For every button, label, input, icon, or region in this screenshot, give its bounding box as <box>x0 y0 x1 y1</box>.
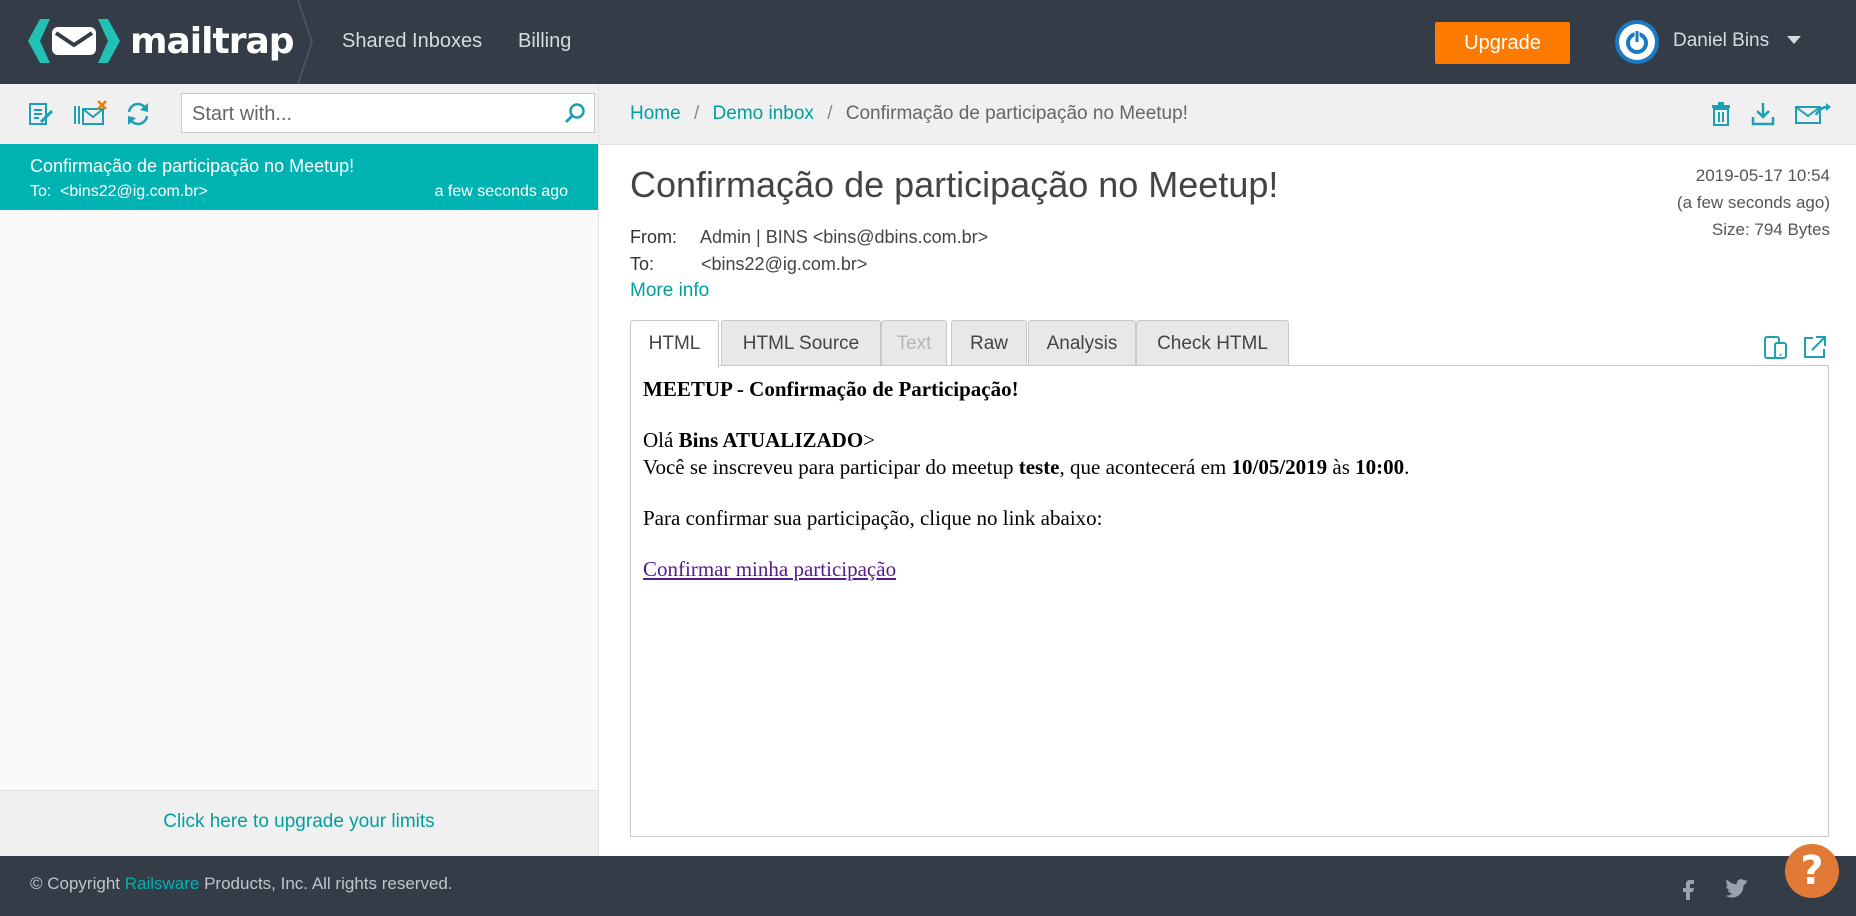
message-recipient: <bins22@ig.com.br> <box>60 183 208 200</box>
chevron-down-icon[interactable] <box>1787 36 1801 44</box>
message-to-label: To: <box>30 183 52 200</box>
preview-title: MEETUP - Confirmação de Participação! <box>643 377 1019 401</box>
forward-icon[interactable] <box>1794 101 1832 127</box>
inbox-sidebar: Confirmação de participação no Meetup! T… <box>0 84 599 857</box>
logo-text: mailtrap <box>130 20 295 62</box>
greeting-prefix: Olá <box>643 428 679 452</box>
breadcrumb-separator: / <box>827 103 833 124</box>
confirm-paragraph: Confirmar minha participação <box>643 556 1409 583</box>
open-new-window-icon[interactable] <box>1802 334 1828 360</box>
user-name[interactable]: Daniel Bins <box>1673 30 1769 52</box>
email-relative-time: (a few seconds ago) <box>1676 193 1830 212</box>
email-size: Size: 794 Bytes <box>1711 220 1830 239</box>
nav-shared-inboxes[interactable]: Shared Inboxes <box>342 30 482 53</box>
greeting-name: Bins ATUALIZADO <box>678 428 864 452</box>
upgrade-limits-link[interactable]: Click here to upgrade your limits <box>0 811 598 833</box>
compose-icon[interactable] <box>27 100 55 128</box>
railsware-link[interactable]: Railsware <box>125 874 200 893</box>
footer: © Copyright Railsware Products, Inc. All… <box>0 856 1856 916</box>
upgrade-limits-bar: Click here to upgrade your limits <box>0 790 598 857</box>
mailtrap-logo[interactable]: mailtrap <box>28 16 295 66</box>
message-time: a few seconds ago <box>434 183 568 200</box>
meetup-date: 10/05/2019 <box>1231 455 1328 479</box>
email-date: 2019-05-17 10:54 <box>1695 166 1830 185</box>
top-navbar: mailtrap Shared Inboxes Billing Upgrade … <box>0 0 1856 84</box>
confirm-instruction: Para confirmar sua participação, clique … <box>643 506 1103 530</box>
preview-text: às <box>1327 455 1356 479</box>
search-icon[interactable] <box>564 102 586 124</box>
breadcrumb-home[interactable]: Home <box>630 103 681 124</box>
from-row: From: Admin | BINS <bins@dbins.com.br> <box>630 227 988 248</box>
preview-text: , que acontecerá em <box>1059 455 1232 479</box>
mailtrap-logo-icon <box>28 19 120 63</box>
mobile-view-icon[interactable] <box>1763 334 1789 360</box>
list-item[interactable]: Confirmação de participação no Meetup! T… <box>0 144 598 210</box>
meetup-time: 10:00 <box>1355 455 1405 479</box>
preview-text: . <box>1404 455 1410 479</box>
copyright-suffix: Products, Inc. All rights reserved. <box>199 874 453 893</box>
breadcrumb-current: Confirmação de participação no Meetup! <box>845 103 1188 124</box>
from-label: From: <box>630 227 677 247</box>
breadcrumb-bar: Home / Demo inbox / Confirmação de parti… <box>599 84 1856 145</box>
download-icon[interactable] <box>1751 101 1775 127</box>
nav-billing[interactable]: Billing <box>518 30 571 53</box>
copyright-prefix: © Copyright <box>30 874 125 893</box>
more-info-link[interactable]: More info <box>630 280 709 302</box>
twitter-icon[interactable] <box>1724 876 1750 900</box>
breadcrumb: Home / Demo inbox / Confirmação de parti… <box>630 103 1188 125</box>
email-body: MEETUP - Confirmação de Participação! Ol… <box>643 376 1409 607</box>
confirm-link[interactable]: Confirmar minha participação <box>643 557 896 581</box>
tab-raw[interactable]: Raw <box>951 320 1027 366</box>
preview-paragraph: Olá Bins ATUALIZADO> Você se inscreveu p… <box>643 427 1409 481</box>
tab-analysis[interactable]: Analysis <box>1028 320 1136 366</box>
email-subject: Confirmação de participação no Meetup! <box>630 164 1279 205</box>
nav-divider <box>297 0 314 84</box>
message-view: Home / Demo inbox / Confirmação de parti… <box>599 84 1856 856</box>
meetup-name: teste <box>1018 455 1060 479</box>
search-box <box>181 93 595 133</box>
inbox-toolbar <box>0 84 598 145</box>
to-row: To: <bins22@ig.com.br> <box>630 254 867 275</box>
breadcrumb-inbox[interactable]: Demo inbox <box>713 103 814 124</box>
tab-check-html[interactable]: Check HTML <box>1136 320 1289 366</box>
search-input[interactable] <box>190 98 554 130</box>
help-button[interactable]: ? <box>1785 844 1839 898</box>
avatar[interactable] <box>1615 20 1659 64</box>
email-html-preview: MEETUP - Confirmação de Participação! Ol… <box>630 365 1829 837</box>
tab-html[interactable]: HTML <box>630 320 719 368</box>
breadcrumb-separator: / <box>693 103 700 124</box>
power-icon <box>1619 24 1655 60</box>
from-value: Admin | BINS <bins@dbins.com.br> <box>700 227 989 247</box>
to-label: To: <box>630 254 655 274</box>
tab-html-source[interactable]: HTML Source <box>721 320 881 366</box>
upgrade-button[interactable]: Upgrade <box>1435 22 1570 64</box>
tab-text[interactable]: Text <box>881 320 947 366</box>
copyright: © Copyright Railsware Products, Inc. All… <box>30 874 453 894</box>
delete-icon[interactable] <box>1710 101 1732 127</box>
email-meta: 2019-05-17 10:54 (a few seconds ago) Siz… <box>1677 162 1830 243</box>
facebook-icon[interactable] <box>1676 876 1700 900</box>
to-value: <bins22@ig.com.br> <box>701 254 868 274</box>
clear-inbox-icon[interactable] <box>72 100 108 128</box>
greeting-suffix: > <box>863 428 876 452</box>
preview-text: Você se inscreveu para participar do mee… <box>643 455 1019 479</box>
refresh-icon[interactable] <box>124 100 152 128</box>
message-subject: Confirmação de participação no Meetup! <box>30 156 355 176</box>
